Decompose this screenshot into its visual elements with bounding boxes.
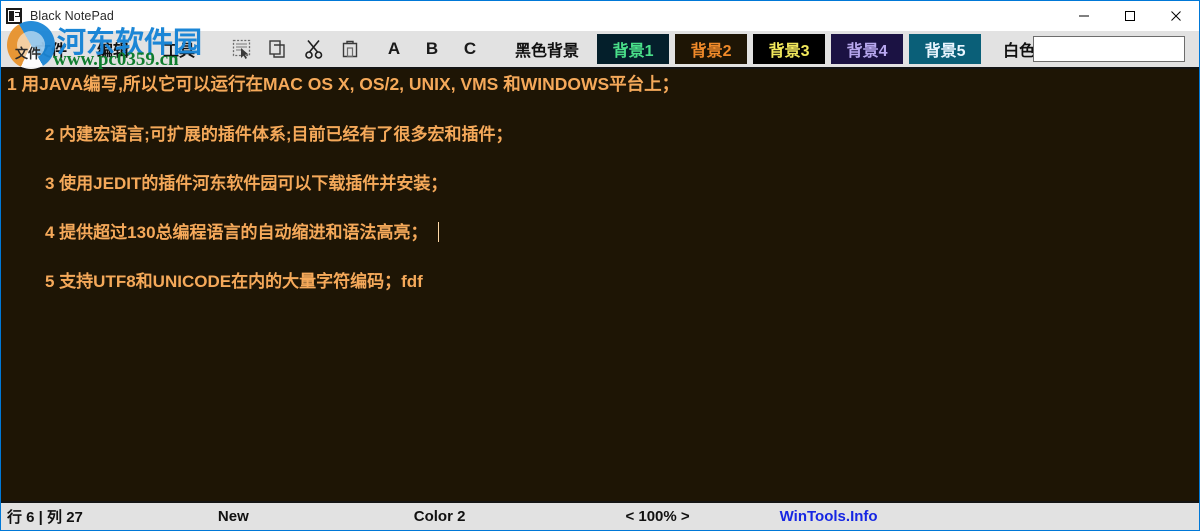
editor-line-4-wrapper: 4 提供超过130总编程语言的自动缩进和语法高亮； bbox=[45, 218, 1199, 243]
notepad-icon bbox=[6, 8, 22, 24]
text-caret bbox=[437, 222, 439, 242]
theme-buttons: 黑色背景 背景1 背景2 背景3 背景4 背景5 白色背景 bbox=[507, 34, 1075, 64]
font-size-a-button[interactable]: A bbox=[387, 39, 401, 59]
edit-tool-icons bbox=[231, 38, 361, 60]
font-letter-buttons: A B C bbox=[387, 39, 477, 59]
font-size-c-button[interactable]: C bbox=[463, 39, 477, 59]
theme-bg3-button[interactable]: 背景3 bbox=[753, 34, 826, 64]
editor-line-1: 1 用JAVA编写,所以它可以运行在MAC OS X, OS/2, UNIX, … bbox=[7, 74, 680, 94]
title-bar: Black NotePad bbox=[1, 1, 1199, 31]
window-title: Black NotePad bbox=[30, 9, 114, 23]
close-button[interactable] bbox=[1153, 1, 1199, 31]
font-size-b-button[interactable]: B bbox=[425, 39, 439, 59]
theme-bg4-button[interactable]: 背景4 bbox=[831, 34, 904, 64]
toolbar: 文件 编辑 工具 A B C 黑色背景 背景1 背景2 背景3 背景4 背景5 bbox=[1, 31, 1199, 69]
minimize-icon bbox=[1079, 15, 1089, 17]
paste-icon[interactable] bbox=[339, 38, 361, 60]
maximize-icon bbox=[1125, 11, 1135, 21]
status-filename: New bbox=[217, 508, 249, 525]
menu-tools[interactable]: 工具 bbox=[157, 37, 201, 61]
select-all-icon[interactable] bbox=[231, 38, 253, 60]
theme-bg1-button[interactable]: 背景1 bbox=[597, 34, 670, 64]
application-window: Black NotePad 文件 编辑 工具 A B C 黑色背景 背景1 背景… bbox=[0, 0, 1200, 531]
editor-line-4: 4 提供超过130总编程语言的自动缩进和语法高亮； bbox=[45, 223, 428, 242]
editor-line-5: 5 支持UTF8和UNICODE在内的大量字符编码；fdf bbox=[45, 272, 423, 291]
status-bar: 行 6 | 列 27 New Color 2 < 100% > WinTools… bbox=[1, 501, 1199, 530]
maximize-button[interactable] bbox=[1107, 1, 1153, 31]
minimize-button[interactable] bbox=[1061, 1, 1107, 31]
window-controls bbox=[1061, 1, 1199, 31]
editor-line-3: 3 使用JEDIT的插件河东软件园可以下载插件并安装； bbox=[45, 174, 448, 193]
theme-bg5-button[interactable]: 背景5 bbox=[909, 34, 982, 64]
status-cursor-position: 行 6 | 列 27 bbox=[7, 509, 83, 526]
close-icon bbox=[1171, 11, 1181, 21]
menu-file[interactable]: 文件 bbox=[29, 37, 73, 61]
status-zoom-control[interactable]: < 100% > bbox=[625, 508, 689, 525]
theme-black-button[interactable]: 黑色背景 bbox=[507, 34, 587, 64]
copy-icon[interactable] bbox=[267, 38, 289, 60]
editor-line-2: 2 内建宏语言;可扩展的插件体系;目前已经有了很多宏和插件； bbox=[45, 125, 513, 144]
theme-bg2-button[interactable]: 背景2 bbox=[675, 34, 748, 64]
status-brand-link[interactable]: WinTools.Info bbox=[780, 508, 878, 525]
status-color-theme: Color 2 bbox=[413, 508, 466, 525]
toolbar-search-input[interactable] bbox=[1033, 36, 1185, 62]
text-editor-area[interactable]: 1 用JAVA编写,所以它可以运行在MAC OS X, OS/2, UNIX, … bbox=[1, 69, 1199, 502]
menu-edit[interactable]: 编辑 bbox=[91, 37, 135, 61]
cut-icon[interactable] bbox=[303, 38, 325, 60]
